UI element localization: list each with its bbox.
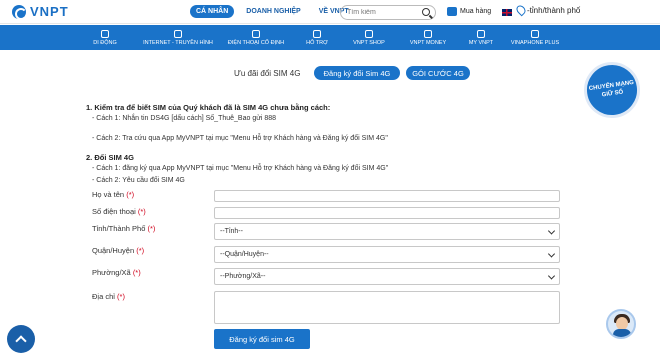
submit-button[interactable]: Đăng ký đổi sim 4G [214,329,310,349]
chevron-down-icon [547,249,556,258]
top-bar: VNPT CÁ NHÂN DOANH NGHIỆP VỀ VNPT Mua hà… [0,0,660,24]
section1-title: 1. Kiểm tra để biết SIM của Quý khách đã… [86,103,331,112]
vnpt-logo-icon [12,4,27,20]
nav-label: VNPT MONEY [409,39,447,46]
search-icon[interactable] [422,8,430,16]
location-label: -tỉnh/thành phố [527,5,581,15]
sim4g-subtabs: Ưu đãi đổi SIM 4G Đăng ký đổi Sim 4G GÓI… [0,65,660,83]
nav-label: DI ĐỘNG [93,39,117,46]
tab-4g-packages[interactable]: GÓI CƯỚC 4G [406,66,470,80]
tab-register-sim4g[interactable]: Đăng ký đổi Sim 4G [314,66,400,80]
nav-item-vnpt-money[interactable]: VNPT MONEY [398,25,458,50]
search-box [340,5,436,20]
cart-icon [447,7,457,16]
tab-personal[interactable]: CÁ NHÂN [190,5,235,18]
district-select[interactable]: --Quận/Huyện-- [214,246,560,263]
chatbot-body [613,329,631,337]
address-textarea[interactable] [214,291,560,324]
cart-label: Mua hàng [460,8,492,15]
nav-label: VNPT SHOP [353,39,385,46]
user-icon [477,29,485,38]
main-nav: DI ĐỘNG INTERNET - TRUYỀN HÌNH ĐIỆN THOẠ… [0,25,660,50]
nav-label: VINAPHONE PLUS [510,39,560,46]
tv-icon [174,29,182,38]
nav-label: MY VNPT [468,39,494,46]
nav-item-support[interactable]: HỖ TRỢ [294,25,340,50]
chevron-up-icon [15,335,27,347]
logo-text: VNPT [30,4,69,19]
section1-step1: - Cách 1: Nhắn tin DS4G [dấu cách] Số_Th… [92,115,277,122]
nav-item-landline[interactable]: ĐIỆN THOẠI CỐ ĐỊNH [218,25,294,50]
nav-label: HỖ TRỢ [306,39,328,46]
nav-item-mobile[interactable]: DI ĐỘNG [72,25,138,50]
province-select[interactable]: --Tỉnh-- [214,223,560,240]
location-selector[interactable]: -tỉnh/thành phố [514,3,581,17]
nav-item-vinaphone-plus[interactable]: VINAPHONE PLUS [504,25,566,50]
nav-item-internet-tv[interactable]: INTERNET - TRUYỀN HÌNH [138,25,218,50]
section2-step2: - Cách 2: Yêu cầu đổi SIM 4G [92,177,185,184]
scroll-to-top-button[interactable] [7,325,35,353]
ward-select[interactable]: --Phường/Xã-- [214,268,560,285]
uk-flag-icon[interactable] [502,9,512,16]
tab-sim4g-offer[interactable]: Ưu đãi đổi SIM 4G [234,69,300,78]
section2-step1: - Cách 1: đăng ký qua App MyVNPT tại mục… [92,165,389,172]
location-pin-icon [514,3,528,17]
name-input[interactable] [214,190,560,202]
nav-label: INTERNET - TRUYỀN HÌNH [143,39,213,46]
section2-title: 2. Đổi SIM 4G [86,153,134,162]
chevron-down-icon [547,271,556,280]
nav-label: ĐIỆN THOẠI CỐ ĐỊNH [227,39,285,46]
support-icon [313,29,321,38]
wallet-icon [424,29,432,38]
tab-business[interactable]: DOANH NGHIỆP [240,5,306,18]
nav-item-my-vnpt[interactable]: MY VNPT [458,25,504,50]
chevron-down-icon [547,226,556,235]
section1-step2: - Cách 2: Tra cứu qua App MyVNPT tại mục… [92,135,388,142]
shop-icon [365,29,373,38]
plus-icon [531,29,539,38]
cart-link[interactable]: Mua hàng [447,7,491,16]
search-input[interactable] [347,9,417,16]
vnpt-logo[interactable]: VNPT [12,4,69,20]
phone-input[interactable] [214,207,560,219]
phone-icon [252,29,260,38]
nav-item-vnpt-shop[interactable]: VNPT SHOP [340,25,398,50]
top-tabs: CÁ NHÂN DOANH NGHIỆP VỀ VNPT [190,5,355,18]
chatbot-avatar[interactable] [606,309,636,339]
mobile-icon [101,29,109,38]
